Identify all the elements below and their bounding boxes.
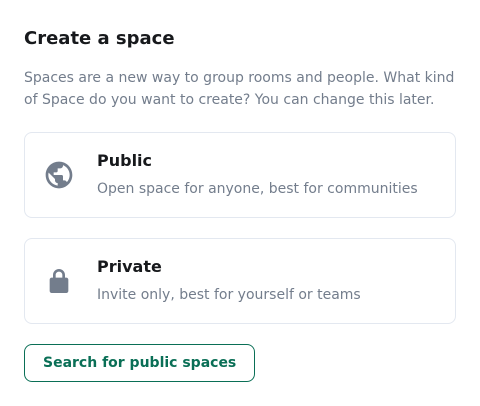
globe-icon	[43, 159, 75, 191]
private-option-description: Invite only, best for yourself or teams	[97, 287, 361, 303]
public-option-title: Public	[97, 151, 153, 170]
dialog-title: Create a space	[24, 28, 175, 49]
private-option-title: Private	[97, 257, 162, 276]
dialog-description: Spaces are a new way to group rooms and …	[24, 70, 455, 108]
create-space-dialog: Create a space Spaces are a new way to g…	[0, 0, 480, 406]
public-space-option[interactable]: Public Open space for anyone, best for c…	[24, 132, 456, 218]
private-space-option[interactable]: Private Invite only, best for yourself o…	[24, 238, 456, 324]
public-option-description: Open space for anyone, best for communit…	[97, 181, 418, 197]
lock-icon	[43, 265, 75, 297]
search-public-spaces-button[interactable]: Search for public spaces	[24, 344, 256, 382]
